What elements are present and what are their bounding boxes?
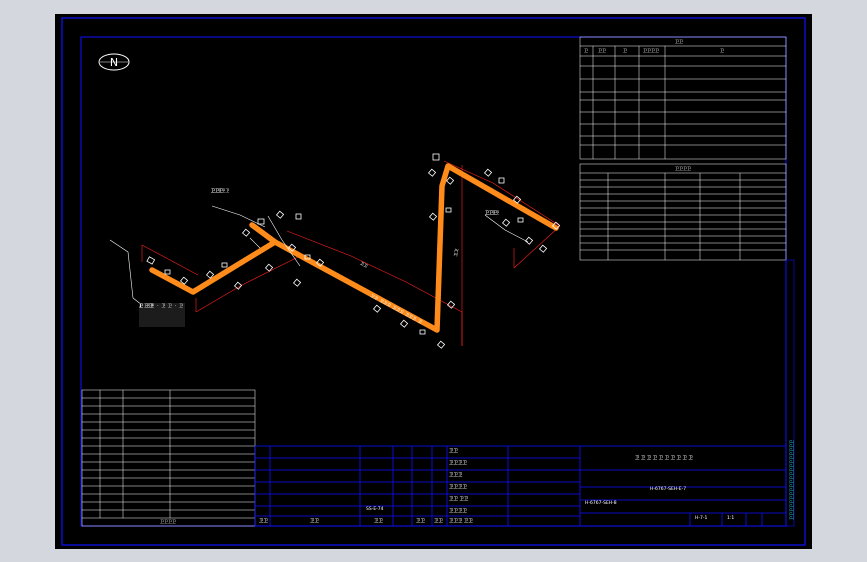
spec-table-header-4: 卫卫卫卫 [643,48,659,53]
spec-table-title: 卫卫 [675,39,683,44]
title-block-rows: 卫卫 卫卫卫卫 卫卫卫 卫卫卫卫 卫卫 卫卫 卫卫卫卫 卫卫卫 卫卫 [449,448,473,528]
spec-table-header-5: 卫 [720,48,724,53]
bottom-label-4: 卫卫 [416,519,425,524]
title-row-1: 卫卫 [449,449,458,454]
project-code: SS-E-74 [366,507,384,512]
title-row-6: 卫卫卫卫 [449,509,467,514]
callout-left-line-4: 卫 卫卫 [139,303,154,308]
bottom-label-2: 卫卫 [310,519,319,524]
callout-left-block: 卫 卫 · 卫 · 卫 卫 · 卫 1 卫卫 卫 卫卫 [139,303,185,327]
sub-number: H-6767-SEH-8 [585,501,617,506]
bottom-label-1: 卫卫 [259,519,268,524]
callout-right-line-4: 卫 卫卫 [485,210,500,215]
title-row-4: 卫卫卫卫 [449,485,467,490]
spec-table-header-2: 卫卫 [598,48,606,53]
title-row-7: 卫卫卫 卫卫 [449,519,473,524]
drawing-number: H-6767-SEH-E-7 [650,487,687,492]
spec-table-header-1: 卫 [584,48,588,53]
drawing-title: 卫 卫 卫 卫 卫 卫 卫 卫 卫 卫 [635,456,693,461]
svg-text:N: N [110,56,118,69]
cad-drawing-sheet: N [55,14,812,549]
title-row-5: 卫卫 卫卫 [449,497,469,502]
scale-value: 1:1 [727,516,735,521]
parts-list-footer: 卫卫卫卫 [160,519,176,524]
title-row-3: 卫卫卫 [449,473,463,478]
callout-mid-line-4: 卫 卫卫卫 [211,188,230,193]
material-table-title: 卫卫卫卫 [675,166,691,171]
spec-table-header-3: 卫 [623,48,627,53]
north-arrow-icon: N [98,53,130,71]
bottom-label-3: 卫卫 [374,519,383,524]
bottom-label-5: 卫卫 [434,519,443,524]
title-row-2: 卫卫卫卫 [449,461,467,466]
sheet-label: H-7-1 [695,516,708,521]
side-strip-text: 卫卫卫卫卫卫卫卫卫卫卫卫卫卫卫卫卫卫卫卫 [789,440,794,520]
